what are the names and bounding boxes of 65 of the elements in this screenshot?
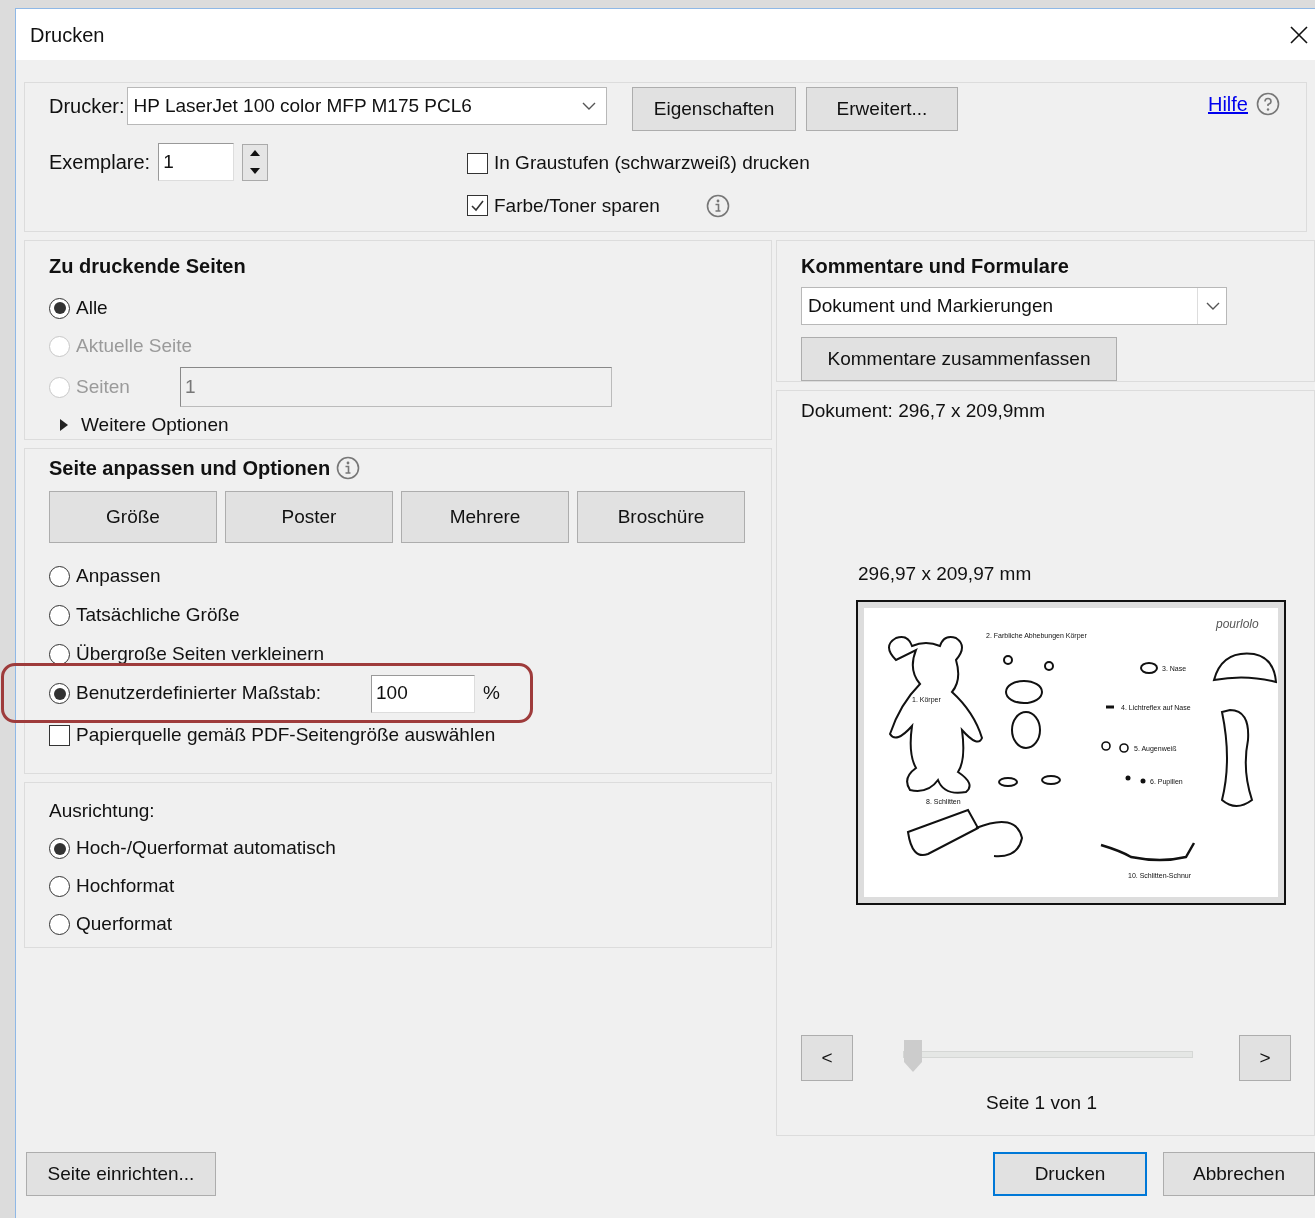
down-arrow-icon[interactable] bbox=[250, 167, 261, 174]
chevron-down-icon bbox=[1206, 301, 1220, 311]
checkbox[interactable] bbox=[49, 724, 70, 746]
comments-dropdown[interactable]: Dokument und Markierungen bbox=[801, 287, 1227, 326]
radio-label: Tatsächliche Größe bbox=[76, 603, 240, 628]
page-counter: Seite 1 von 1 bbox=[986, 1091, 1097, 1115]
document-size-label: Dokument: 296,7 x 209,9mm bbox=[801, 399, 1046, 423]
scale-field[interactable]: 100 bbox=[371, 674, 475, 713]
check-icon bbox=[470, 198, 485, 214]
radio-button[interactable] bbox=[49, 914, 70, 935]
info-icon[interactable] bbox=[705, 193, 730, 218]
checkbox-label: In Graustufen (schwarzweiß) drucken bbox=[494, 151, 810, 175]
spinner-control[interactable] bbox=[242, 143, 269, 181]
radio-label: Querformat bbox=[76, 912, 173, 937]
radio-button[interactable] bbox=[49, 644, 70, 665]
radio-label: Aktuelle Seite bbox=[76, 333, 193, 358]
radio-button[interactable] bbox=[49, 876, 70, 897]
radio-label: Übergroße Seiten verkleinern bbox=[76, 642, 325, 667]
radio-button[interactable] bbox=[49, 605, 70, 626]
dialog-button[interactable]: Abbrechen bbox=[1163, 1152, 1315, 1196]
mode-button[interactable]: Broschüre bbox=[577, 491, 745, 543]
checkbox[interactable] bbox=[467, 152, 488, 174]
summarize-comments-button[interactable]: Kommentare zusammenfassen bbox=[801, 337, 1117, 381]
mode-button[interactable]: Größe bbox=[49, 491, 217, 543]
section-title: Kommentare und Formulare bbox=[801, 254, 1070, 279]
printer-label: Drucker: bbox=[49, 94, 125, 119]
dialog-button[interactable]: Drucken bbox=[993, 1152, 1147, 1196]
section-title: Seite anpassen und Optionen bbox=[49, 456, 331, 481]
expand-arrow-icon[interactable] bbox=[59, 419, 69, 432]
up-arrow-icon[interactable] bbox=[250, 150, 261, 157]
copies-field[interactable]: 1 bbox=[158, 143, 235, 181]
help-icon[interactable] bbox=[1256, 92, 1280, 116]
next-page-button[interactable]: > bbox=[1239, 1035, 1291, 1081]
radio-label: Hoch-/Querformat automatisch bbox=[76, 836, 336, 861]
radio-button[interactable] bbox=[49, 566, 70, 587]
mode-button[interactable]: Mehrere bbox=[401, 491, 569, 543]
percent-label: % bbox=[483, 681, 500, 706]
checkbox[interactable] bbox=[467, 195, 488, 217]
radio-button[interactable] bbox=[49, 297, 70, 319]
help-link[interactable]: Hilfe bbox=[1208, 89, 1248, 119]
radio-label: Anpassen bbox=[76, 564, 161, 589]
page-size-label: 296,97 x 209,97 mm bbox=[858, 561, 1033, 586]
chevron-down-icon bbox=[581, 101, 596, 111]
dialog-button[interactable]: Eigenschaften bbox=[632, 87, 796, 131]
printer-dropdown[interactable]: HP LaserJet 100 color MFP M175 PCL6 bbox=[126, 87, 607, 125]
checkbox-label: Papierquelle gemäß PDF-Seitengröße auswählen bbox=[76, 722, 496, 747]
radio-button[interactable] bbox=[49, 838, 70, 859]
radio-label: Seiten bbox=[76, 374, 130, 399]
section-title: Zu druckende Seiten bbox=[49, 254, 247, 279]
dialog-button[interactable]: Erweitert... bbox=[806, 87, 958, 131]
info-icon[interactable] bbox=[336, 456, 361, 480]
copies-label: Exemplare: bbox=[49, 150, 151, 175]
section-title: Ausrichtung: bbox=[49, 799, 156, 823]
close-icon[interactable] bbox=[1289, 24, 1309, 45]
page-setup-button[interactable]: Seite einrichten... bbox=[26, 1152, 216, 1196]
previous-page-button[interactable]: < bbox=[801, 1035, 853, 1081]
slider-thumb[interactable] bbox=[903, 1040, 923, 1072]
more-options-toggle[interactable]: Weitere Optionen bbox=[81, 411, 229, 440]
radio-button[interactable] bbox=[49, 683, 70, 704]
radio-label: Alle bbox=[76, 295, 108, 320]
radio-label: Benutzerdefinierter Maßstab: bbox=[76, 681, 321, 706]
radio-label: Hochformat bbox=[76, 874, 175, 899]
checkbox-label: Farbe/Toner sparen bbox=[494, 193, 660, 218]
window-title: Drucken bbox=[30, 22, 105, 48]
mode-button[interactable]: Poster bbox=[225, 491, 393, 543]
